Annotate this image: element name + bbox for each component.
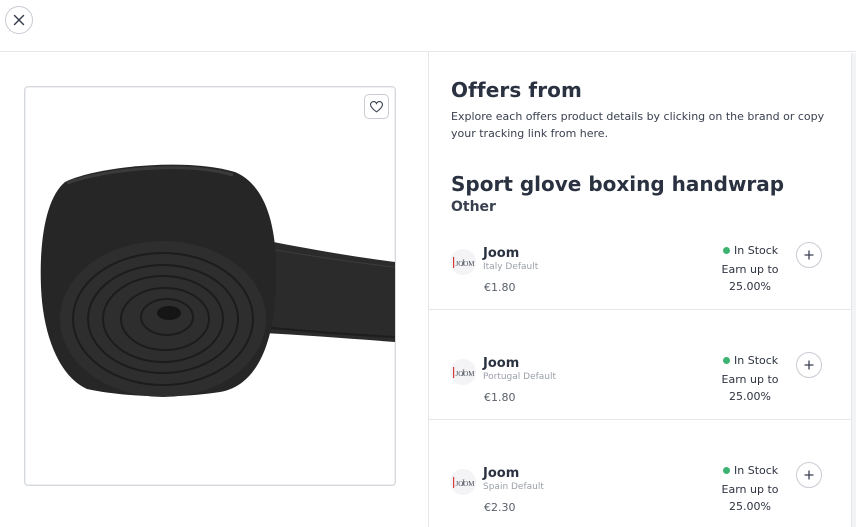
earn-info: Earn up to 25.00% [718, 481, 782, 515]
offer-price: €2.30 [484, 501, 516, 514]
earn-info: Earn up to 25.00% [718, 261, 782, 295]
offer-store: Spain Default [483, 482, 544, 492]
svg-text:JOOM: JOOM [455, 260, 475, 268]
earn-label: Earn up to [721, 373, 779, 386]
in-stock-dot-icon [723, 247, 730, 254]
offer-brand[interactable]: Joom [483, 246, 519, 261]
close-icon [13, 14, 25, 26]
in-stock-dot-icon [723, 467, 730, 474]
add-offer-button[interactable] [796, 462, 822, 488]
svg-text:JOOM: JOOM [455, 370, 475, 378]
add-offer-button[interactable] [796, 352, 822, 378]
product-title: Sport glove boxing handwrap [451, 172, 785, 196]
offer-store: Italy Default [483, 262, 539, 272]
offer-row[interactable]: J JOOM Joom Portugal Default €1.80 In St… [429, 310, 851, 420]
scrollbar[interactable] [851, 53, 856, 527]
offers-panel: Offers from Explore each offers product … [429, 53, 851, 527]
joom-logo: J JOOM [450, 469, 476, 495]
close-button[interactable] [5, 6, 33, 34]
joom-logo: J JOOM [450, 249, 476, 275]
offer-price: €1.80 [484, 281, 516, 294]
offers-title: Offers from [451, 78, 582, 102]
stock-status: In Stock [723, 354, 778, 367]
plus-icon [804, 470, 814, 480]
stock-status: In Stock [723, 244, 778, 257]
offer-brand[interactable]: Joom [483, 466, 519, 481]
product-image-panel [0, 53, 428, 527]
heart-icon [370, 100, 383, 113]
product-image-card [24, 86, 396, 486]
offer-price: €1.80 [484, 391, 516, 404]
offer-store: Portugal Default [483, 372, 557, 382]
earn-label: Earn up to [721, 263, 779, 276]
earn-rate: 25.00% [729, 390, 771, 403]
plus-icon [804, 360, 814, 370]
plus-icon [804, 250, 814, 260]
joom-logo: J JOOM [450, 359, 476, 385]
offer-row[interactable]: J JOOM Joom Italy Default €1.80 In Stock… [429, 200, 851, 310]
offers-description: Explore each offers product details by c… [451, 110, 825, 140]
in-stock-dot-icon [723, 357, 730, 364]
add-offer-button[interactable] [796, 242, 822, 268]
svg-text:JOOM: JOOM [455, 480, 475, 488]
offer-row[interactable]: J JOOM Joom Spain Default €2.30 In Stock… [429, 420, 851, 527]
earn-rate: 25.00% [729, 500, 771, 513]
stock-label: In Stock [734, 244, 779, 257]
earn-rate: 25.00% [729, 280, 771, 293]
top-bar [0, 0, 856, 52]
stock-status: In Stock [723, 464, 778, 477]
stock-label: In Stock [734, 464, 779, 477]
stock-label: In Stock [734, 354, 779, 367]
favorite-button[interactable] [364, 94, 389, 119]
product-image [40, 164, 395, 397]
earn-info: Earn up to 25.00% [718, 371, 782, 405]
offer-brand[interactable]: Joom [483, 356, 519, 371]
earn-label: Earn up to [721, 483, 779, 496]
